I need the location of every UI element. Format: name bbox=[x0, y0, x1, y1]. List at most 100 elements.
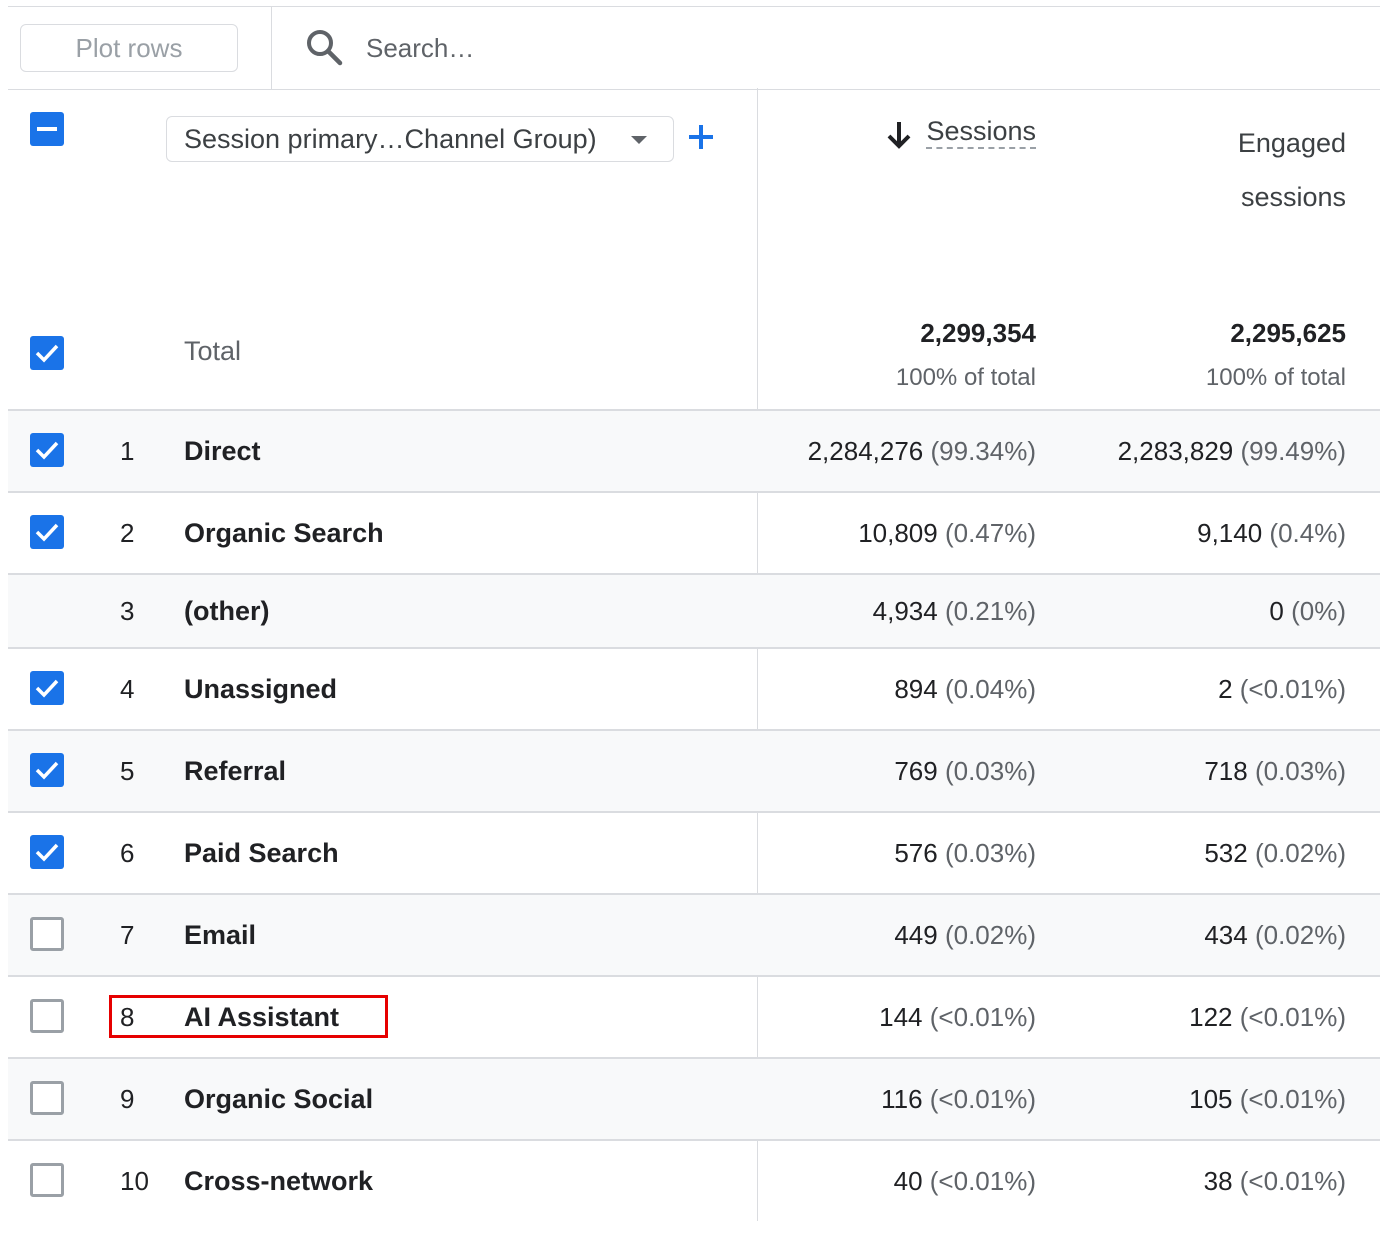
sessions-cell: 449 (0.02%) bbox=[894, 920, 1036, 951]
sessions-cell: 894 (0.04%) bbox=[894, 674, 1036, 705]
engaged-value: 9,140 bbox=[1197, 518, 1263, 548]
channel-name[interactable]: (other) bbox=[184, 596, 269, 627]
table-row[interactable]: 1 Direct 2,284,276 (99.34%) 2,283,829 (99.4… bbox=[8, 411, 1380, 493]
channel-name[interactable]: Paid Search bbox=[184, 838, 339, 869]
engaged-value: 122 bbox=[1189, 1002, 1233, 1032]
total-label: Total bbox=[184, 336, 242, 366]
engaged-sessions-cell: 532 (0.02%) bbox=[1204, 838, 1346, 869]
sessions-percent: (0.03%) bbox=[944, 838, 1036, 868]
table-row[interactable]: 9 Organic Social 116 (<0.01%) 105 (<0.01%) bbox=[8, 1059, 1380, 1141]
sessions-percent: (0.02%) bbox=[944, 920, 1036, 950]
engaged-value: 2 bbox=[1218, 674, 1233, 704]
sort-descending-icon[interactable] bbox=[886, 120, 912, 150]
table-row[interactable]: 2 Organic Search 10,809 (0.47%) 9,140 (0.4%… bbox=[8, 493, 1380, 575]
row-index: 10 bbox=[120, 1166, 149, 1196]
engaged-sessions-cell: 122 (<0.01%) bbox=[1189, 1002, 1346, 1033]
select-all-checkbox[interactable] bbox=[30, 112, 64, 146]
row-checkbox[interactable] bbox=[30, 835, 64, 869]
sessions-percent: (0.47%) bbox=[944, 518, 1036, 548]
sessions-percent: (<0.01%) bbox=[929, 1002, 1036, 1032]
engaged-percent: (<0.01%) bbox=[1239, 674, 1346, 704]
toolbar-divider bbox=[271, 7, 272, 89]
sessions-cell: 116 (<0.01%) bbox=[881, 1084, 1036, 1115]
engaged-percent: (<0.01%) bbox=[1239, 1002, 1346, 1032]
channel-name[interactable]: Email bbox=[184, 920, 256, 951]
table-row[interactable]: 4 Unassigned 894 (0.04%) 2 (<0.01%) bbox=[8, 649, 1380, 731]
row-index: 7 bbox=[120, 920, 135, 950]
engaged-percent: (99.49%) bbox=[1240, 436, 1347, 466]
table-row[interactable]: 6 Paid Search 576 (0.03%) 532 (0.02%) bbox=[8, 813, 1380, 895]
channel-name[interactable]: Direct bbox=[184, 436, 261, 467]
search-input[interactable] bbox=[364, 26, 968, 70]
plot-rows-button[interactable]: Plot rows bbox=[20, 24, 238, 72]
row-checkbox[interactable] bbox=[30, 917, 64, 951]
engaged-sessions-cell: 0 (0%) bbox=[1269, 596, 1346, 627]
engaged-percent: (<0.01%) bbox=[1239, 1084, 1346, 1114]
channel-name[interactable]: Referral bbox=[184, 756, 286, 787]
engaged-header-line2: sessions bbox=[1240, 182, 1346, 212]
sessions-cell: 144 (<0.01%) bbox=[879, 1002, 1036, 1033]
dimension-select-value: Session primary…Channel Group) bbox=[184, 124, 597, 154]
channel-name[interactable]: Cross-network bbox=[184, 1166, 373, 1197]
row-checkbox[interactable] bbox=[30, 515, 64, 549]
total-engaged-pct: 100% of total bbox=[1205, 364, 1346, 391]
row-checkbox[interactable] bbox=[30, 999, 64, 1033]
sessions-header-label: Sessions bbox=[926, 116, 1036, 149]
sessions-cell: 576 (0.03%) bbox=[894, 838, 1036, 869]
sessions-value: 2,284,276 bbox=[807, 436, 924, 466]
sessions-percent: (0.04%) bbox=[944, 674, 1036, 704]
table-row[interactable]: 7 Email 449 (0.02%) 434 (0.02%) bbox=[8, 895, 1380, 977]
channel-name[interactable]: Organic Search bbox=[184, 518, 384, 549]
table-row[interactable]: 3 (other) 4,934 (0.21%) 0 (0%) bbox=[8, 575, 1380, 649]
sessions-cell: 769 (0.03%) bbox=[894, 756, 1036, 787]
sessions-cell: 10,809 (0.47%) bbox=[858, 518, 1036, 549]
total-sessions-pct: 100% of total bbox=[895, 364, 1036, 391]
sessions-column-header[interactable]: Sessions bbox=[926, 116, 1036, 149]
sessions-percent: (0.03%) bbox=[944, 756, 1036, 786]
engaged-sessions-cell: 434 (0.02%) bbox=[1204, 920, 1346, 951]
engaged-value: 434 bbox=[1204, 920, 1248, 950]
sessions-cell: 40 (<0.01%) bbox=[894, 1166, 1036, 1197]
total-engaged: 2,295,625 bbox=[1230, 318, 1346, 348]
channel-name[interactable]: Unassigned bbox=[184, 674, 337, 705]
row-index: 6 bbox=[120, 838, 135, 868]
sessions-value: 449 bbox=[894, 920, 938, 950]
row-index: 3 bbox=[120, 596, 135, 626]
total-checkbox[interactable] bbox=[30, 336, 64, 370]
row-index: 5 bbox=[120, 756, 135, 786]
channel-name[interactable]: Organic Social bbox=[184, 1084, 373, 1115]
engaged-value: 718 bbox=[1204, 756, 1248, 786]
sessions-value: 10,809 bbox=[858, 518, 938, 548]
sessions-percent: (0.21%) bbox=[944, 596, 1036, 626]
row-checkbox[interactable] bbox=[30, 1163, 64, 1197]
row-checkbox[interactable] bbox=[30, 753, 64, 787]
checkmark-icon bbox=[35, 843, 59, 862]
row-index: 4 bbox=[120, 674, 135, 704]
engaged-sessions-cell: 9,140 (0.4%) bbox=[1197, 518, 1346, 549]
engaged-value: 532 bbox=[1204, 838, 1248, 868]
checkmark-icon bbox=[35, 761, 59, 780]
table-row[interactable]: 5 Referral 769 (0.03%) 718 (0.03%) bbox=[8, 731, 1380, 813]
engaged-header-line1: Engaged bbox=[1237, 128, 1346, 158]
engaged-percent: (0.02%) bbox=[1254, 920, 1346, 950]
row-index: 9 bbox=[120, 1084, 135, 1114]
highlight-box bbox=[109, 995, 388, 1038]
sessions-percent: (<0.01%) bbox=[929, 1084, 1036, 1114]
table-row[interactable]: 10 Cross-network 40 (<0.01%) 38 (<0.01%) bbox=[8, 1141, 1380, 1223]
minus-icon bbox=[37, 127, 57, 131]
sessions-value: 894 bbox=[894, 674, 938, 704]
engaged-sessions-cell: 718 (0.03%) bbox=[1204, 756, 1346, 787]
sessions-value: 769 bbox=[894, 756, 938, 786]
row-checkbox[interactable] bbox=[30, 671, 64, 705]
checkmark-icon bbox=[35, 523, 59, 542]
total-sessions: 2,299,354 bbox=[920, 318, 1036, 348]
engaged-percent: (0.02%) bbox=[1254, 838, 1346, 868]
dimension-select[interactable]: Session primary…Channel Group) bbox=[166, 116, 674, 162]
sessions-percent: (99.34%) bbox=[930, 436, 1037, 466]
sessions-value: 4,934 bbox=[872, 596, 938, 626]
engaged-value: 2,283,829 bbox=[1117, 436, 1234, 466]
add-icon[interactable] bbox=[686, 122, 716, 152]
row-checkbox[interactable] bbox=[30, 1081, 64, 1115]
row-checkbox[interactable] bbox=[30, 433, 64, 467]
engaged-sessions-cell: 105 (<0.01%) bbox=[1189, 1084, 1346, 1115]
